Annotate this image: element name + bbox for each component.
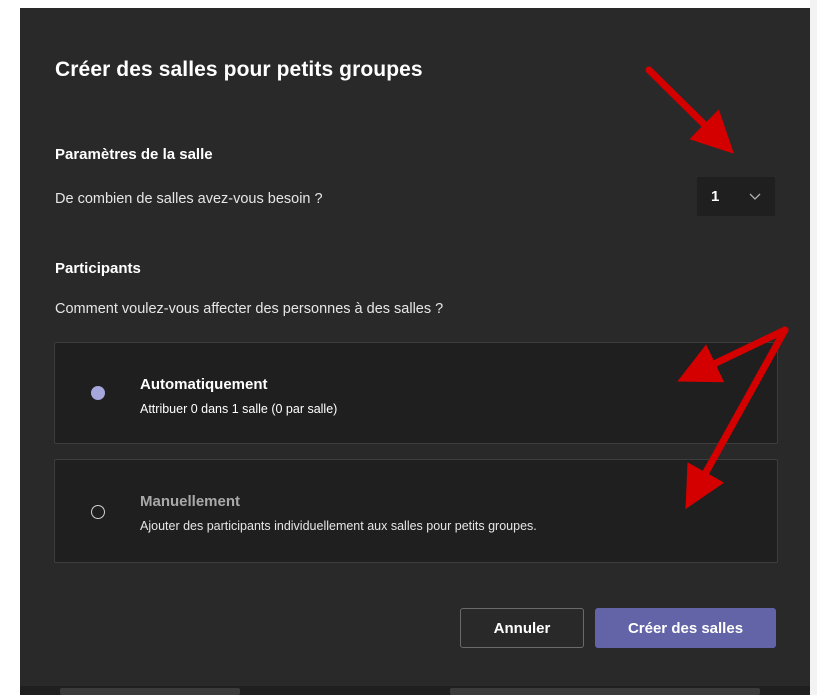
create-rooms-button[interactable]: Créer des salles [595,608,776,648]
radio-manual[interactable] [91,505,105,519]
participants-heading: Participants [55,260,141,277]
radio-automatic[interactable] [91,386,105,400]
background-app-strip [20,686,810,695]
room-settings-heading: Paramètres de la salle [55,146,213,163]
background-element [450,688,760,695]
room-count-question: De combien de salles avez-vous besoin ? [55,191,323,207]
assignment-question: Comment voulez-vous affecter des personn… [55,301,444,317]
backdrop [0,0,817,8]
backdrop [810,0,817,695]
option-automatic-title: Automatiquement [140,376,268,393]
room-count-value: 1 [711,188,720,205]
option-manual-title: Manuellement [140,493,241,510]
backdrop [0,0,20,695]
option-manual-description: Ajouter des participants individuellemen… [140,519,537,533]
dialog-title: Créer des salles pour petits groupes [55,58,423,81]
breakout-rooms-dialog: Créer des salles pour petits groupes Par… [20,8,810,688]
chevron-down-icon [749,193,761,200]
cancel-button[interactable]: Annuler [460,608,584,648]
background-element [60,688,240,695]
option-manual[interactable]: Manuellement Ajouter des participants in… [54,459,778,563]
option-automatic-description: Attribuer 0 dans 1 salle (0 par salle) [140,402,338,416]
option-automatic[interactable]: Automatiquement Attribuer 0 dans 1 salle… [54,342,778,444]
room-count-dropdown[interactable]: 1 [697,177,775,216]
screenshot-page: Créer des salles pour petits groupes Par… [0,0,817,695]
